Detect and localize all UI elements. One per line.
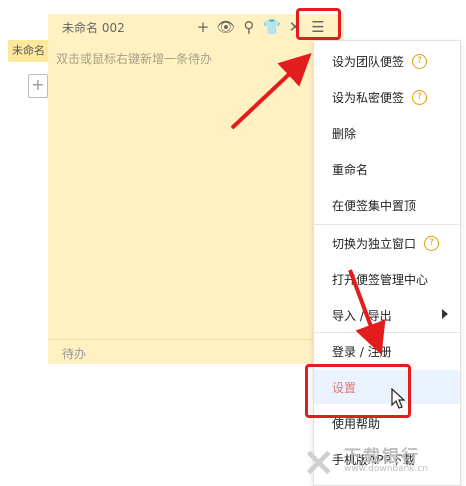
arrow-to-menu-icon <box>230 53 312 130</box>
watermark-logo-icon: ⨯ <box>302 439 336 485</box>
arrow-to-settings-icon <box>348 269 386 355</box>
mouse-cursor-icon <box>391 388 406 409</box>
annotation-arrows <box>230 53 386 355</box>
watermark: ⨯ 下载银行 www.downbank.cn <box>302 440 466 484</box>
watermark-url: www.downbank.cn <box>344 464 429 474</box>
